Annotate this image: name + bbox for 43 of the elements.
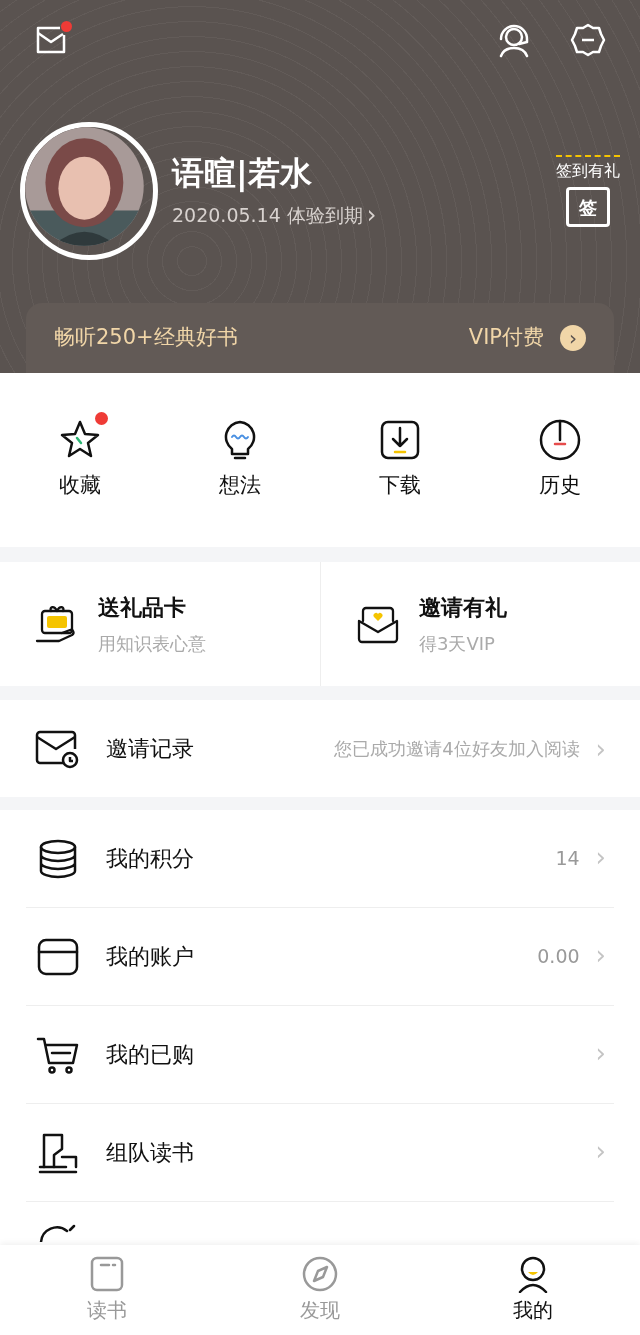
nav-tab[interactable]: 我的 <box>426 1245 640 1335</box>
vip-promo-text: 畅听250+经典好书 <box>54 324 238 352</box>
row-value: 0.00 <box>537 944 580 970</box>
promo-card[interactable]: 邀请有礼 得3天VIP <box>320 562 640 686</box>
chevron: › <box>595 842 606 872</box>
settings-icon[interactable] <box>570 22 606 58</box>
mail-icon[interactable] <box>34 25 68 55</box>
card-subtitle: 用知识表心意 <box>98 632 206 656</box>
row-label: 我的积分 <box>106 845 194 873</box>
chevron: › <box>366 203 377 227</box>
promo-card[interactable]: 送礼品卡 用知识表心意 <box>0 562 320 686</box>
compass-icon <box>302 1255 338 1293</box>
row-label: 组队读书 <box>106 1139 194 1167</box>
checkin-label[interactable]: 签到有礼 <box>556 155 620 183</box>
row-label: 我的账户 <box>106 943 194 971</box>
quick-action[interactable]: 收藏 <box>0 406 160 514</box>
calendar-stamp[interactable]: 签 <box>566 187 610 227</box>
chevron: › <box>595 1038 606 1068</box>
card-subtitle: 得3天VIP <box>419 632 495 656</box>
vip-banner[interactable]: 畅听250+经典好书 VIP付费 › <box>26 303 614 373</box>
card-title: 邀请有礼 <box>419 594 507 622</box>
clock-icon <box>538 418 582 463</box>
row-label: 我的已购 <box>106 1041 194 1069</box>
expiry-date[interactable]: 2020.05.14 体验到期 <box>172 200 363 230</box>
row-value: 14 <box>555 846 580 872</box>
row-label: 邀请记录 <box>106 735 194 763</box>
vip-action[interactable]: VIP付费 <box>468 322 544 354</box>
row-value: 您已成功邀请4位好友加入阅读 <box>334 737 580 761</box>
user-name: 语暄|若水 <box>172 152 313 193</box>
chevron: › <box>595 1136 606 1166</box>
menu-row[interactable]: 我的已购 › <box>26 1006 614 1104</box>
invite-record-row[interactable]: 邀请记录 您已成功邀请4位好友加入阅读 › <box>0 700 640 797</box>
chevron: › <box>595 940 606 970</box>
card-title: 送礼品卡 <box>98 594 186 622</box>
chevron: › <box>595 735 606 762</box>
quick-action[interactable]: 下载 <box>320 406 480 514</box>
envelope-clock-icon <box>34 728 80 769</box>
menu-row[interactable]: 我的积分 14 › <box>26 810 614 908</box>
menu-row[interactable]: 组队读书 › <box>26 1104 614 1202</box>
quick-action[interactable]: 历史 <box>480 406 640 514</box>
quick-action[interactable]: 想法 <box>160 406 320 514</box>
book-icon <box>88 1255 125 1293</box>
menu-row[interactable]: 我的账户 0.00 › <box>26 908 614 1006</box>
